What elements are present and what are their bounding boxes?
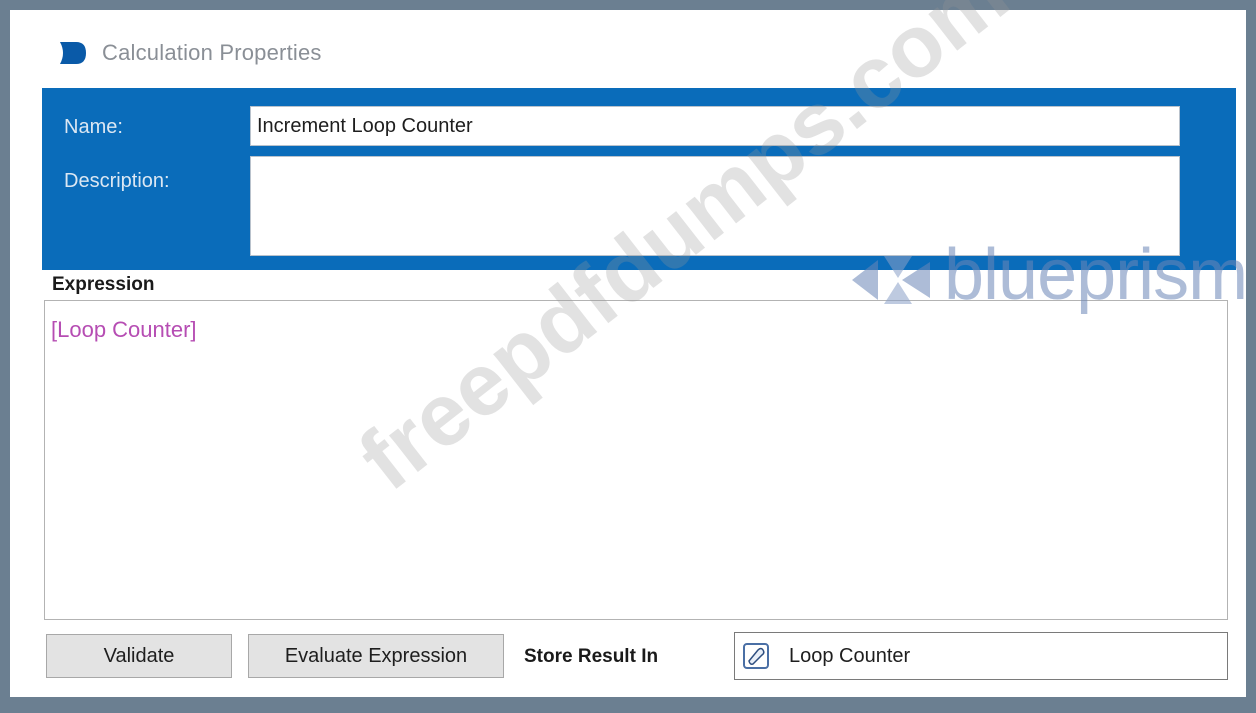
evaluate-expression-button[interactable]: Evaluate Expression — [248, 634, 504, 678]
expression-text: [Loop Counter] — [51, 317, 197, 342]
title-bar: Calculation Properties — [10, 10, 1246, 88]
properties-header-panel: Name: Increment Loop Counter Description… — [42, 88, 1236, 270]
description-input[interactable] — [250, 156, 1180, 256]
description-label: Description: — [64, 170, 170, 192]
store-result-value: Loop Counter — [789, 645, 911, 667]
window-title: Calculation Properties — [102, 40, 322, 65]
store-result-label: Store Result In — [524, 646, 659, 667]
blueprism-logo-icon — [60, 42, 86, 64]
name-label: Name: — [64, 116, 123, 138]
expression-editor[interactable]: [Loop Counter] — [44, 300, 1228, 620]
store-result-field[interactable]: Loop Counter — [734, 632, 1228, 680]
validate-button[interactable]: Validate — [46, 634, 232, 678]
expression-label: Expression — [52, 274, 155, 295]
calculation-properties-window: Calculation Properties Name: Increment L… — [10, 0, 1248, 697]
data-item-icon — [743, 643, 769, 669]
name-input[interactable]: Increment Loop Counter — [250, 106, 1180, 146]
